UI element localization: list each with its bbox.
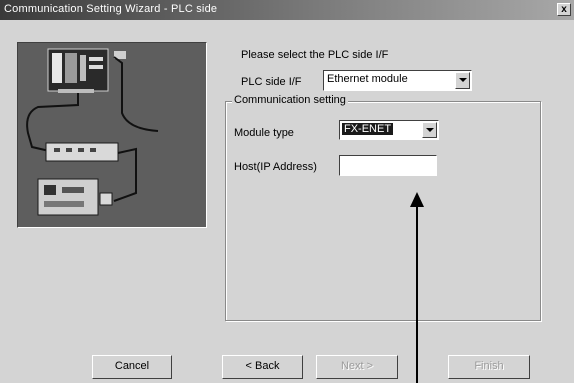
callout-arrow-line: [416, 206, 418, 383]
close-icon: x: [561, 4, 567, 15]
plc-network-icon: [26, 48, 159, 216]
close-button[interactable]: x: [557, 3, 571, 16]
communication-setting-legend: Communication setting: [232, 94, 348, 106]
title-bar[interactable]: Communication Setting Wizard - PLC side …: [0, 0, 574, 20]
wizard-window: Communication Setting Wizard - PLC side …: [0, 0, 574, 383]
chevron-down-icon[interactable]: [455, 72, 470, 89]
plc-side-if-select[interactable]: Ethernet module: [323, 70, 472, 91]
callout-arrow-head: [410, 192, 424, 207]
plc-side-if-label: PLC side I/F: [241, 76, 302, 88]
module-type-select[interactable]: FX-ENET: [339, 120, 439, 140]
host-ip-label: Host(IP Address): [234, 161, 317, 173]
window-title: Communication Setting Wizard - PLC side: [4, 3, 218, 15]
plc-illustration: [17, 42, 207, 228]
plc-prompt-text: Please select the PLC side I/F: [241, 49, 389, 61]
chevron-down-icon[interactable]: [422, 122, 437, 138]
cancel-button[interactable]: Cancel: [92, 355, 172, 379]
back-button[interactable]: < Back: [222, 355, 303, 379]
next-button[interactable]: Next >: [316, 355, 398, 379]
module-type-value: FX-ENET: [342, 123, 394, 135]
finish-button[interactable]: Finish: [448, 355, 530, 379]
host-ip-input[interactable]: [339, 155, 437, 176]
plc-side-if-value: Ethernet module: [327, 73, 408, 85]
module-type-label: Module type: [234, 127, 294, 139]
